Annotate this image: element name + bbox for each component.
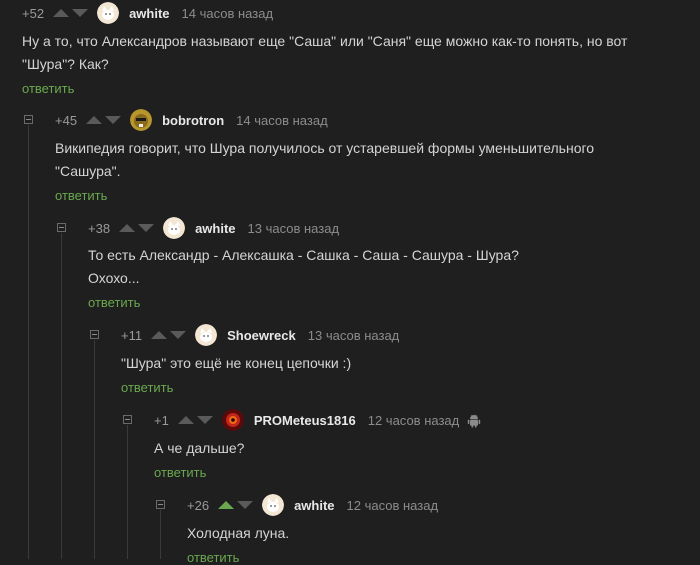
comment-header: +1 PROMeteus1816 12 часов назад xyxy=(154,409,481,431)
cat-avatar[interactable] xyxy=(195,324,218,346)
comment-rating: +45 xyxy=(55,112,78,128)
comment-text: Ну а то, что Александров называют еще "С… xyxy=(22,30,627,76)
collapse-toggle[interactable] xyxy=(90,330,99,339)
upvote-icon[interactable] xyxy=(119,224,136,232)
comment-header: +26 awhite 12 часов назад xyxy=(187,494,438,516)
comment-line: "Шура"? Как? xyxy=(22,56,109,72)
comment-rating: +11 xyxy=(121,327,143,343)
comment-username[interactable]: awhite xyxy=(294,498,334,513)
downvote-icon[interactable] xyxy=(138,224,155,232)
reply-link[interactable]: ответить xyxy=(22,81,74,96)
fire-avatar[interactable] xyxy=(221,409,244,431)
beaver-avatar[interactable] xyxy=(130,109,153,131)
cat-avatar[interactable] xyxy=(163,217,186,239)
downvote-icon[interactable] xyxy=(170,331,187,339)
comment-line: То есть Александр - Алексашка - Сашка - … xyxy=(88,247,519,263)
comment-time: 13 часов назад xyxy=(247,220,340,236)
upvote-icon[interactable] xyxy=(151,331,168,339)
comment-line: Википедия говорит, что Шура получилось о… xyxy=(55,140,595,156)
comment-text: Холодная луна. xyxy=(187,522,289,545)
comment-username[interactable]: Shoewreck xyxy=(227,328,296,343)
comment-rating: +52 xyxy=(22,5,45,21)
thread-line xyxy=(94,340,95,559)
collapse-toggle[interactable] xyxy=(57,223,66,232)
thread-line xyxy=(28,125,29,559)
upvote-icon[interactable] xyxy=(218,501,235,509)
reply-link[interactable]: ответить xyxy=(88,295,140,310)
comment-line: "Шура" это ещё не конец цепочки :) xyxy=(121,355,352,371)
comment-time: 12 часов назад xyxy=(367,412,460,428)
comment-username[interactable]: awhite xyxy=(129,6,169,21)
comment-line: А че дальше? xyxy=(154,440,245,456)
upvote-icon[interactable] xyxy=(177,416,194,424)
comment-text: Википедия говорит, что Шура получилось о… xyxy=(55,137,594,183)
comment-text: "Шура" это ещё не конец цепочки :) xyxy=(121,352,351,375)
comment-line: Ну а то, что Александров называют еще "С… xyxy=(22,33,628,49)
thread-line xyxy=(61,233,62,559)
collapse-toggle[interactable] xyxy=(24,115,33,124)
comment-username[interactable]: PROMeteus1816 xyxy=(254,413,356,428)
comment-rating: +26 xyxy=(187,497,210,513)
cat-avatar[interactable] xyxy=(262,494,285,516)
comment-header: +52 awhite 14 часов назад xyxy=(22,2,273,24)
reply-link[interactable]: ответить xyxy=(187,550,239,565)
comment-header: +11 Shoewreck 13 часов назад xyxy=(121,324,399,346)
reply-link[interactable]: ответить xyxy=(55,188,107,203)
comment-header: +45 bobrotron 14 часов назад xyxy=(55,109,328,131)
collapse-toggle[interactable] xyxy=(156,500,165,509)
reply-link[interactable]: ответить xyxy=(121,380,173,395)
comment-header: +38 awhite 13 часов назад xyxy=(88,217,339,239)
comment-rating: +1 xyxy=(154,412,169,428)
comment-username[interactable]: awhite xyxy=(195,221,235,236)
comment-text: То есть Александр - Алексашка - Сашка - … xyxy=(88,244,519,290)
downvote-icon[interactable] xyxy=(72,9,89,17)
upvote-icon[interactable] xyxy=(86,116,103,124)
comment-time: 12 часов назад xyxy=(346,497,439,513)
comment-time: 13 часов назад xyxy=(307,327,400,343)
comment-username[interactable]: bobrotron xyxy=(162,113,224,128)
comment-line: Холодная луна. xyxy=(187,525,290,541)
comment-text: А че дальше? xyxy=(154,437,244,460)
comment-line: Охохо... xyxy=(88,270,140,286)
comment-time: 14 часов назад xyxy=(181,5,274,21)
reply-link[interactable]: ответить xyxy=(154,465,206,480)
cat-avatar[interactable] xyxy=(97,2,120,24)
downvote-icon[interactable] xyxy=(196,416,213,424)
thread-line xyxy=(160,510,161,559)
downvote-icon[interactable] xyxy=(105,116,122,124)
thread-line xyxy=(127,425,128,559)
upvote-icon[interactable] xyxy=(53,9,70,17)
downvote-icon[interactable] xyxy=(237,501,254,509)
comment-line: "Сашура". xyxy=(55,163,121,179)
comment-rating: +38 xyxy=(88,220,111,236)
collapse-toggle[interactable] xyxy=(123,415,132,424)
comment-time: 14 часов назад xyxy=(236,112,328,128)
android-icon xyxy=(467,413,481,428)
